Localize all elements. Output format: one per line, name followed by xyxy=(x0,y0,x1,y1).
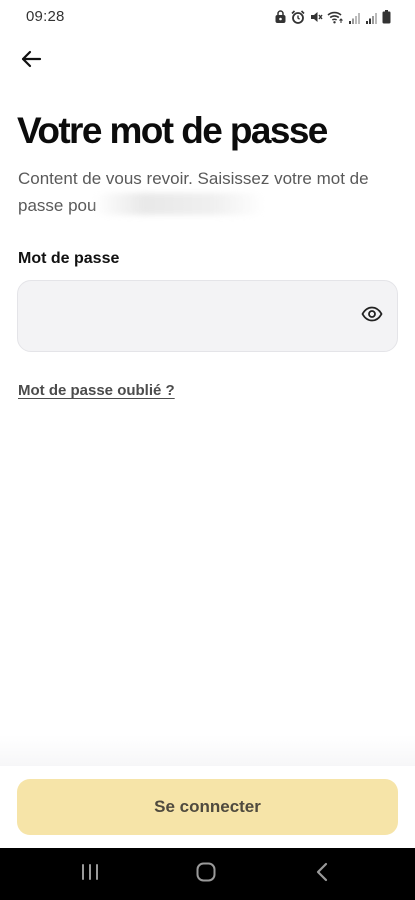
page-title: Votre mot de passe xyxy=(17,110,328,151)
eye-icon xyxy=(361,306,383,327)
mute-icon xyxy=(309,10,323,24)
password-field xyxy=(17,280,398,352)
bottom-shadow xyxy=(0,735,415,767)
status-bar: 09:28 xyxy=(0,0,415,34)
battery-icon xyxy=(382,10,391,24)
status-icons xyxy=(274,9,391,25)
signal-icon xyxy=(348,11,361,24)
connect-button[interactable]: Se connecter xyxy=(17,779,398,835)
redacted-email xyxy=(94,193,265,215)
password-label: Mot de passe xyxy=(18,250,120,267)
forgot-password-link[interactable]: Mot de passe oublié ? xyxy=(18,382,175,399)
password-input[interactable] xyxy=(34,281,354,351)
alarm-icon xyxy=(291,10,305,24)
arrow-left-icon xyxy=(20,50,42,73)
system-nav-bar xyxy=(0,848,415,900)
system-back-button[interactable] xyxy=(302,860,342,888)
home-icon xyxy=(195,861,217,888)
back-icon xyxy=(315,862,329,887)
back-button[interactable] xyxy=(14,46,48,76)
signal-icon xyxy=(365,11,378,24)
toggle-visibility-button[interactable] xyxy=(359,305,385,327)
home-button[interactable] xyxy=(186,860,226,888)
wifi-icon xyxy=(327,10,344,24)
lock-icon xyxy=(274,10,287,24)
status-time: 09:28 xyxy=(26,8,65,25)
recent-apps-icon xyxy=(80,863,100,886)
recent-apps-button[interactable] xyxy=(70,860,110,888)
page-subtitle: Content de vous revoir. Saisissez votre … xyxy=(18,165,398,219)
